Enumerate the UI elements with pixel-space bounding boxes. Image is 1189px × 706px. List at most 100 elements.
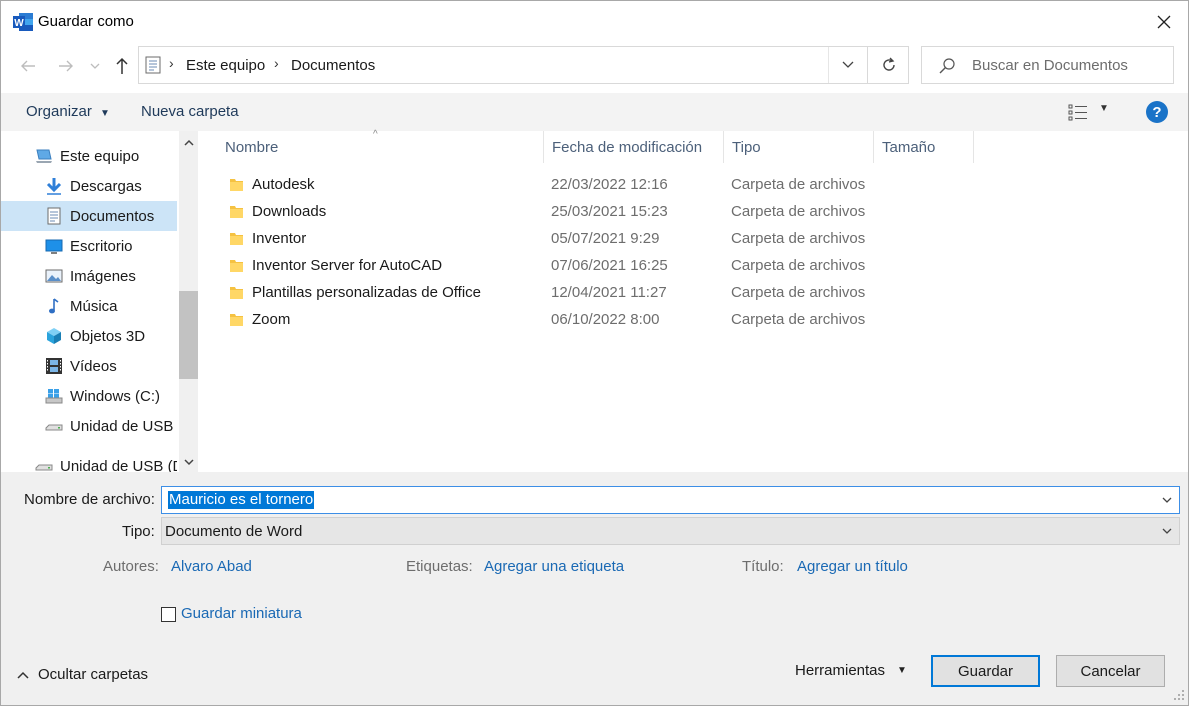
caret-down-icon: ▼: [100, 108, 110, 119]
file-type: Carpeta de archivos: [731, 311, 866, 328]
chevron-up-icon: [17, 671, 29, 679]
nav-item-usb-2[interactable]: Unidad de USB (D: [1, 451, 177, 472]
breadcrumb-documentos[interactable]: Documentos: [291, 57, 375, 74]
file-type: Carpeta de archivos: [731, 176, 866, 193]
nav-item-label: Windows (C:): [70, 387, 161, 405]
folder-icon: [230, 179, 243, 191]
file-date: 12/04/2021 11:27: [551, 284, 667, 301]
save-button[interactable]: Guardar: [931, 655, 1040, 687]
scroll-thumb[interactable]: [179, 291, 198, 379]
toolbar: Organizar ▼ Nueva carpeta ▼ ?: [1, 93, 1188, 131]
arrow-up-icon: [116, 57, 128, 74]
navigation-pane: Este equipo Descargas Documentos Escrito…: [1, 131, 199, 472]
film-icon: [46, 358, 62, 374]
windows-drive-icon: [45, 389, 63, 404]
nav-item-objetos-3d[interactable]: Objetos 3D: [1, 321, 177, 351]
file-name: Plantillas personalizadas de Office: [252, 284, 482, 301]
nav-item-label: Unidad de USB (: [70, 417, 177, 435]
filename-value[interactable]: Mauricio es el tornero: [168, 491, 315, 509]
save-thumbnail-checkbox[interactable]: [161, 607, 176, 622]
title-bar: W Guardar como: [1, 1, 1188, 43]
navigation-scrollbar[interactable]: [179, 131, 198, 472]
caret-down-icon: ▼: [897, 665, 907, 676]
nav-item-documentos[interactable]: Documentos: [1, 201, 177, 231]
column-header-date[interactable]: Fecha de modificación: [544, 131, 724, 163]
address-bar[interactable]: › Este equipo › Documentos: [138, 46, 909, 84]
scroll-up-icon[interactable]: [182, 135, 196, 149]
view-options-caret-icon[interactable]: ▼: [1099, 103, 1109, 114]
organize-menu-button[interactable]: Organizar ▼: [26, 103, 110, 120]
nav-item-label: Este equipo: [60, 147, 140, 165]
address-dropdown-button[interactable]: [828, 47, 866, 83]
file-type: Carpeta de archivos: [731, 203, 866, 220]
usb-drive-icon: [45, 424, 63, 431]
filename-label: Nombre de archivo:: [24, 491, 155, 508]
nav-item-usb-1[interactable]: Unidad de USB (: [1, 411, 177, 441]
file-date: 22/03/2022 12:16: [551, 176, 668, 193]
file-type: Carpeta de archivos: [731, 257, 866, 274]
help-icon[interactable]: ?: [1146, 101, 1168, 123]
breadcrumb-separator-icon: ›: [274, 55, 279, 71]
recent-locations-button[interactable]: [85, 53, 105, 79]
save-as-dialog: W Guardar como › Este equipo › Documento…: [0, 0, 1189, 706]
column-header-name[interactable]: Nombre: [217, 131, 544, 163]
view-details-icon[interactable]: [1068, 103, 1088, 121]
file-row[interactable]: Plantillas personalizadas de Office 12/0…: [217, 280, 897, 307]
file-type-select[interactable]: Documento de Word: [161, 517, 1180, 545]
refresh-button[interactable]: [867, 47, 909, 83]
file-date: 07/06/2021 16:25: [551, 257, 668, 274]
nav-item-label: Unidad de USB (D: [60, 457, 177, 473]
close-button[interactable]: [1147, 7, 1181, 37]
pictures-icon: [45, 269, 63, 283]
download-arrow-icon: [46, 178, 62, 195]
file-row[interactable]: Inventor 05/07/2021 9:29 Carpeta de arch…: [217, 226, 897, 253]
scroll-down-icon[interactable]: [182, 455, 196, 469]
nav-item-label: Música: [70, 297, 118, 315]
cancel-button[interactable]: Cancelar: [1056, 655, 1165, 687]
forward-button[interactable]: [53, 53, 79, 79]
file-row[interactable]: Autodesk 22/03/2022 12:16 Carpeta de arc…: [217, 172, 897, 199]
column-name-label: Nombre: [225, 138, 279, 156]
nav-item-label: Vídeos: [70, 357, 117, 375]
resize-grip-icon[interactable]: [1173, 689, 1185, 701]
hide-folders-label: Ocultar carpetas: [38, 666, 149, 683]
search-input[interactable]: [972, 47, 1167, 83]
add-title-link[interactable]: Agregar un título: [797, 558, 908, 575]
tools-menu-button[interactable]: Herramientas ▼: [795, 662, 907, 679]
breadcrumb-este-equipo[interactable]: Este equipo: [186, 57, 265, 74]
nav-item-escritorio[interactable]: Escritorio: [1, 231, 177, 261]
column-header-type[interactable]: Tipo: [724, 131, 874, 163]
chevron-down-icon[interactable]: [1161, 525, 1173, 537]
nav-item-videos[interactable]: Vídeos: [1, 351, 177, 381]
document-icon: [47, 207, 61, 225]
file-name: Inventor: [252, 230, 307, 247]
file-row[interactable]: Inventor Server for AutoCAD 07/06/2021 1…: [217, 253, 897, 280]
nav-item-musica[interactable]: Música: [1, 291, 177, 321]
column-date-label: Fecha de modificación: [552, 138, 703, 156]
back-button[interactable]: [15, 53, 41, 79]
close-icon: [1157, 15, 1171, 29]
file-type-value: Documento de Word: [165, 523, 303, 540]
chevron-down-icon[interactable]: [1161, 494, 1173, 506]
nav-item-este-equipo[interactable]: Este equipo: [1, 141, 177, 171]
file-name: Zoom: [252, 311, 291, 328]
save-thumbnail-label[interactable]: Guardar miniatura: [181, 605, 302, 622]
chevron-down-icon: [90, 63, 100, 69]
file-row[interactable]: Zoom 06/10/2022 8:00 Carpeta de archivos: [217, 307, 897, 334]
new-folder-button[interactable]: Nueva carpeta: [141, 103, 239, 120]
hide-folders-button[interactable]: Ocultar carpetas: [17, 666, 148, 683]
file-row[interactable]: Downloads 25/03/2021 15:23 Carpeta de ar…: [217, 199, 897, 226]
desktop-icon: [45, 239, 63, 254]
column-header-size[interactable]: Tamaño: [874, 131, 974, 163]
authors-value[interactable]: Alvaro Abad: [171, 558, 252, 575]
breadcrumb-separator-icon: ›: [169, 55, 174, 71]
save-options-panel: Nombre de archivo: Mauricio es el torner…: [1, 472, 1188, 705]
filename-input[interactable]: Mauricio es el tornero: [161, 486, 1180, 514]
search-box[interactable]: [921, 46, 1174, 84]
up-button[interactable]: [109, 53, 135, 79]
nav-item-windows-c[interactable]: Windows (C:): [1, 381, 177, 411]
nav-item-imagenes[interactable]: Imágenes: [1, 261, 177, 291]
file-date: 05/07/2021 9:29: [551, 230, 660, 247]
nav-item-descargas[interactable]: Descargas: [1, 171, 177, 201]
add-tag-link[interactable]: Agregar una etiqueta: [484, 558, 624, 575]
